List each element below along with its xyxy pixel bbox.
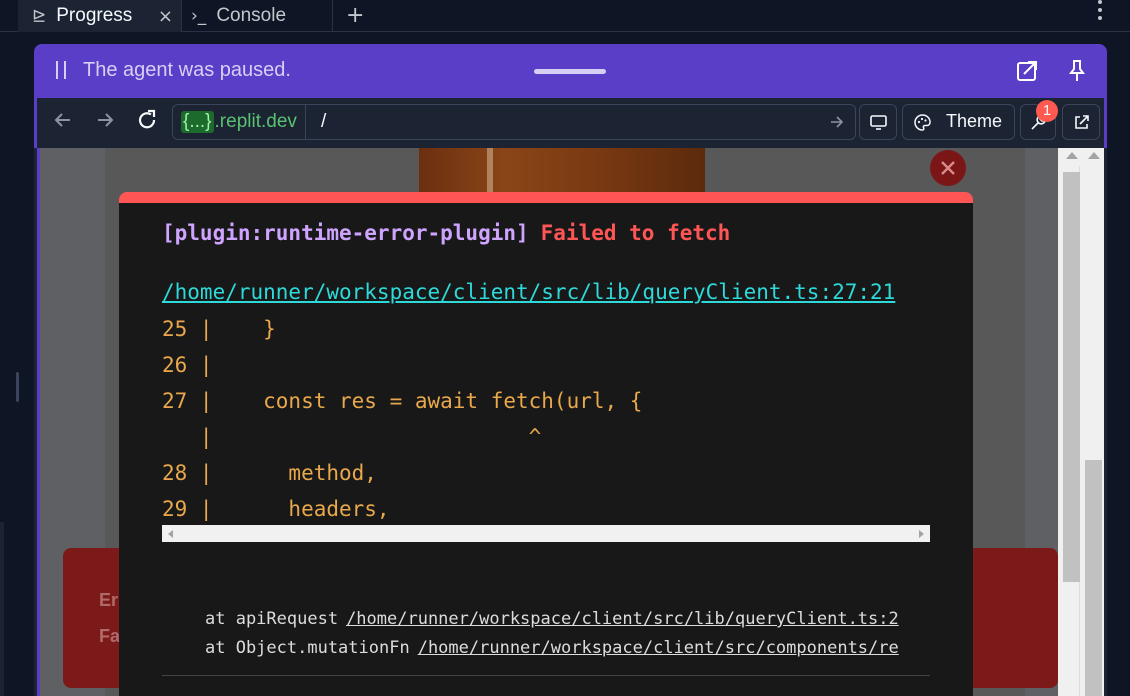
pin-icon[interactable] <box>1064 58 1090 84</box>
more-menu-icon[interactable] <box>1096 0 1104 26</box>
back-icon[interactable] <box>51 108 75 132</box>
code-line: 29 | headers, <box>162 497 390 521</box>
pause-icon[interactable] <box>54 61 68 79</box>
reload-icon[interactable] <box>135 108 159 132</box>
tab-console[interactable]: ›_ Console <box>183 0 333 32</box>
stack-file-link[interactable]: /home/runner/workspace/client/src/compon… <box>418 638 899 658</box>
stack-function: at apiRequest <box>205 609 339 629</box>
vertical-scrollbar[interactable] <box>1058 148 1104 696</box>
open-new-tab-button[interactable] <box>1062 104 1100 140</box>
alert-line-1: Er <box>99 590 119 610</box>
product-image <box>419 148 705 196</box>
palette-icon <box>914 114 931 131</box>
runtime-error-overlay: [plugin:runtime-error-plugin] Failed to f… <box>119 192 973 696</box>
scrollbar-thumb[interactable] <box>1063 172 1080 582</box>
close-icon <box>941 161 955 175</box>
error-message: Failed to fetch <box>540 221 731 245</box>
agent-pause-bar: The agent was paused. <box>34 44 1107 98</box>
alert-line-2: Fa <box>99 626 121 646</box>
horizontal-scrollbar[interactable] <box>162 525 930 542</box>
scroll-up-icon[interactable] <box>1088 152 1100 159</box>
close-overlay-button[interactable] <box>930 150 966 186</box>
url-host-placeholder: {...} <box>181 111 214 133</box>
tab-progress-label: Progress <box>56 5 133 26</box>
tab-progress[interactable]: ⊵ Progress × <box>18 0 182 32</box>
theme-label: Theme <box>946 111 1003 131</box>
code-frame: 25 | } 26 | 27 | const res = await fetch… <box>162 311 930 536</box>
add-tab-button[interactable]: + <box>346 0 364 32</box>
url-field[interactable]: {...} .replit.dev / <box>172 104 856 140</box>
device-preview-button[interactable] <box>859 104 897 140</box>
scroll-right-icon[interactable] <box>919 530 924 538</box>
scroll-left-icon[interactable] <box>168 530 173 538</box>
code-line: 26 | <box>162 353 213 377</box>
close-icon[interactable]: × <box>158 6 173 27</box>
forward-icon[interactable] <box>93 108 117 132</box>
code-line: 28 | method, <box>162 461 377 485</box>
stack-file-link[interactable]: /home/runner/workspace/client/src/lib/qu… <box>346 609 899 629</box>
url-path[interactable]: / <box>321 111 326 133</box>
console-icon: ›_ <box>191 6 207 26</box>
drag-handle[interactable] <box>534 69 606 74</box>
pause-status-text: The agent was paused. <box>83 59 291 81</box>
scroll-up-icon[interactable] <box>1066 152 1078 159</box>
progress-icon: ⊵ <box>32 6 47 26</box>
theme-button[interactable]: Theme <box>902 104 1015 140</box>
code-line: 25 | } <box>162 317 276 341</box>
stack-function: at Object.mutationFn <box>205 638 410 658</box>
url-host: {...} .replit.dev <box>173 105 306 139</box>
stack-frame: at Object.mutationFn/home/runner/workspa… <box>205 638 931 658</box>
error-plugin-name: [plugin:runtime-error-plugin] <box>162 221 529 245</box>
scrollbar-thumb[interactable] <box>1085 460 1102 696</box>
code-line: | ^ <box>162 425 542 449</box>
url-host-domain: .replit.dev <box>214 111 297 132</box>
resize-handle[interactable] <box>16 372 19 402</box>
stack-frame: at apiRequest/home/runner/workspace/clie… <box>205 609 931 629</box>
tab-bar: ⊵ Progress × ›_ Console + <box>0 0 1130 32</box>
pop-out-icon[interactable] <box>1015 58 1041 84</box>
rail-divider <box>0 522 4 696</box>
tab-console-label: Console <box>216 5 287 26</box>
monitor-icon <box>870 115 887 130</box>
app-root: ⊵ Progress × ›_ Console + The agent was … <box>0 0 1130 696</box>
left-rail <box>0 32 19 696</box>
devtools-badge: 1 <box>1036 100 1058 122</box>
external-link-icon <box>1075 115 1089 129</box>
address-bar: {...} .replit.dev / Theme 1 <box>34 98 1107 148</box>
error-header: [plugin:runtime-error-plugin] Failed to f… <box>162 221 730 245</box>
error-file-link[interactable]: /home/runner/workspace/client/src/lib/qu… <box>162 280 895 304</box>
overlay-divider <box>162 675 930 676</box>
code-line: 27 | const res = await fetch(url, { <box>162 389 643 413</box>
go-arrow-icon[interactable] <box>827 112 847 132</box>
